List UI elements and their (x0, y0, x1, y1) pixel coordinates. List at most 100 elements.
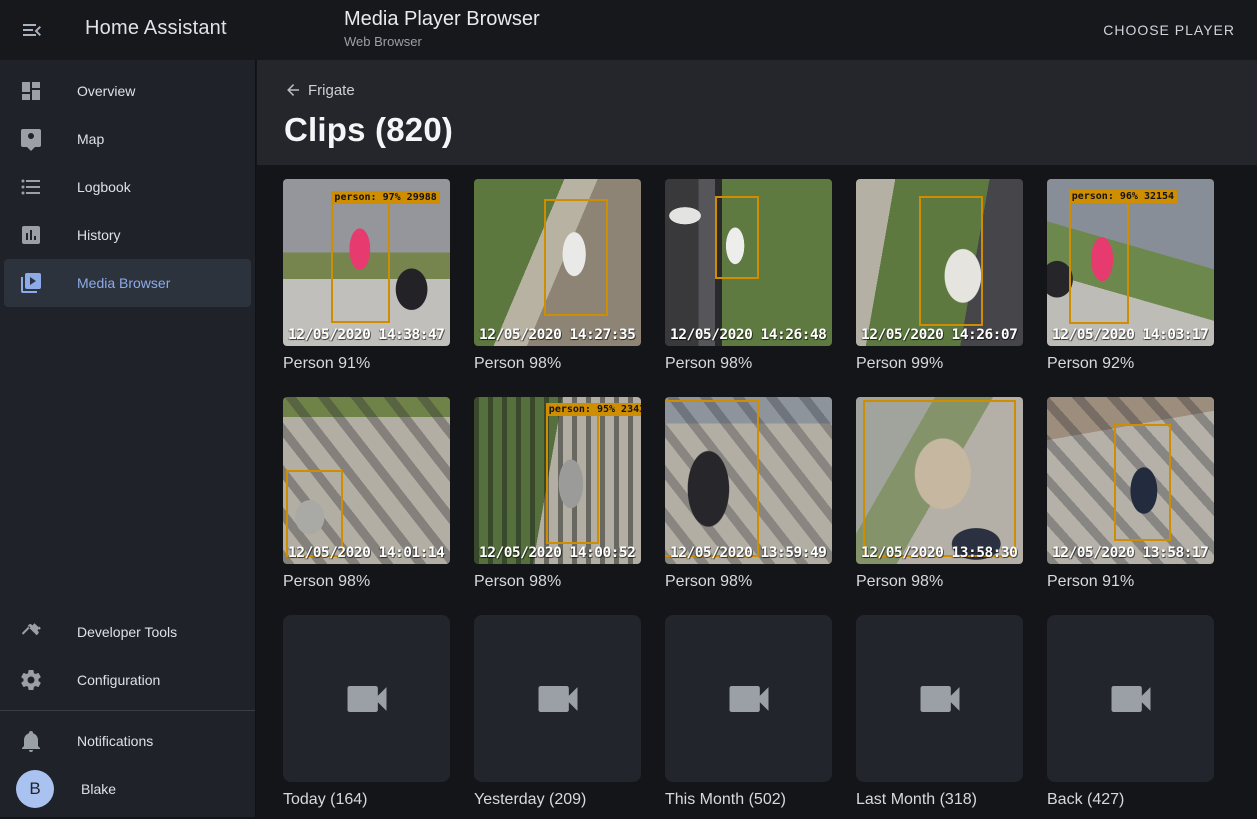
clip-preview-image: person: 95% 23432 12/05/2020 14:00:52 (474, 397, 641, 564)
detection-bbox: person: 96% 32154 (1069, 201, 1129, 325)
folder-item-today[interactable]: Today (164) (283, 615, 450, 819)
view-dashboard-icon (19, 79, 43, 103)
clips-grid: person: 97% 29988 12/05/2020 14:38:47 Pe… (257, 165, 1257, 819)
menu-open-icon (20, 18, 44, 42)
sidebar-item-label: Media Browser (77, 275, 170, 291)
clip-preview-image: 12/05/2020 14:01:14 (283, 397, 450, 564)
sidebar-item-developer-tools[interactable]: Developer Tools (4, 608, 251, 656)
page-subtitle: Web Browser (344, 34, 540, 49)
clip-label: Person 91% (283, 355, 450, 373)
clip-label: Person 98% (283, 573, 450, 591)
folder-item-yesterday[interactable]: Yesterday (209) (474, 615, 641, 819)
choose-player-button[interactable]: CHOOSE PLAYER (1095, 0, 1243, 60)
clip-label: Person 98% (665, 573, 832, 591)
clip-timestamp: 12/05/2020 14:27:35 (479, 327, 635, 343)
content-header: Frigate Clips (820) (257, 60, 1257, 165)
folder-item-last-month[interactable]: Last Month (318) (856, 615, 1023, 819)
detection-bbox: person: 97% 29988 (331, 202, 389, 322)
breadcrumb-label: Frigate (308, 82, 355, 99)
folder-card (1047, 615, 1214, 782)
video-camera-icon (914, 673, 966, 725)
detection-bbox (919, 196, 982, 326)
clip-timestamp: 12/05/2020 13:58:30 (861, 545, 1017, 561)
clip-thumbnail[interactable]: person: 95% 23432 12/05/2020 14:00:52 Pe… (474, 397, 641, 601)
clip-timestamp: 12/05/2020 14:26:48 (670, 327, 826, 343)
clip-timestamp: 12/05/2020 14:26:07 (861, 327, 1017, 343)
folder-label: Today (164) (283, 791, 450, 809)
video-camera-icon (341, 673, 393, 725)
sidebar-item-label: Logbook (77, 179, 131, 195)
clip-timestamp: 12/05/2020 14:03:17 (1052, 327, 1208, 343)
media-browser-panel: Frigate Clips (820) person: 97% 29988 12… (257, 60, 1257, 817)
sidebar-item-label: Configuration (77, 672, 160, 688)
clip-thumbnail[interactable]: person: 96% 32154 12/05/2020 14:03:17 Pe… (1047, 179, 1214, 383)
sidebar-item-configuration[interactable]: Configuration (4, 656, 251, 704)
video-camera-icon (1105, 673, 1157, 725)
arrow-left-icon (284, 81, 302, 99)
clip-preview-image: 12/05/2020 14:27:35 (474, 179, 641, 346)
folder-item-back[interactable]: Back (427) (1047, 615, 1214, 819)
clip-thumbnail[interactable]: 12/05/2020 14:26:07 Person 99% (856, 179, 1023, 383)
breadcrumb-back-frigate[interactable]: Frigate (284, 81, 355, 99)
user-name-label: Blake (81, 781, 116, 797)
sidebar-divider (0, 710, 255, 711)
clip-thumbnail[interactable]: 12/05/2020 14:01:14 Person 98% (283, 397, 450, 601)
clip-preview-image: person: 97% 29988 12/05/2020 14:38:47 (283, 179, 450, 346)
top-app-bar: Home Assistant Media Player Browser Web … (0, 0, 1257, 60)
sidebar-item-label: History (77, 227, 121, 243)
clip-timestamp: 12/05/2020 14:38:47 (288, 327, 444, 343)
page-title: Media Player Browser (344, 8, 540, 31)
detection-bbox (1114, 424, 1171, 541)
folder-item-this-month[interactable]: This Month (502) (665, 615, 832, 819)
sidebar-item-notifications[interactable]: Notifications (4, 717, 251, 765)
sidebar: Overview Map Logbook History Media Brows… (0, 60, 256, 817)
clip-thumbnail[interactable]: 12/05/2020 13:58:30 Person 98% (856, 397, 1023, 601)
clip-preview-image: person: 96% 32154 12/05/2020 14:03:17 (1047, 179, 1214, 346)
sidebar-item-label: Overview (77, 83, 135, 99)
sidebar-item-logbook[interactable]: Logbook (4, 163, 251, 211)
clip-label: Person 98% (474, 573, 641, 591)
folder-card (283, 615, 450, 782)
bell-icon (19, 729, 43, 753)
sidebar-item-label: Notifications (77, 733, 153, 749)
detection-bbox-label: person: 97% 29988 (331, 191, 439, 204)
clip-preview-image: 12/05/2020 13:58:30 (856, 397, 1023, 564)
clip-timestamp: 12/05/2020 14:01:14 (288, 545, 444, 561)
sidebar-item-history[interactable]: History (4, 211, 251, 259)
clip-timestamp: 12/05/2020 14:00:52 (479, 545, 635, 561)
clip-thumbnail[interactable]: 12/05/2020 14:26:48 Person 98% (665, 179, 832, 383)
clip-label: Person 98% (474, 355, 641, 373)
sidebar-toggle-button[interactable] (18, 16, 46, 44)
folder-card (856, 615, 1023, 782)
clip-label: Person 91% (1047, 573, 1214, 591)
account-location-icon (19, 127, 43, 151)
page-heading: Clips (820) (284, 111, 1230, 149)
detection-bbox (863, 400, 1017, 557)
clip-thumbnail[interactable]: 12/05/2020 13:59:49 Person 98% (665, 397, 832, 601)
clip-thumbnail[interactable]: 12/05/2020 13:58:17 Person 91% (1047, 397, 1214, 601)
clip-label: Person 98% (665, 355, 832, 373)
sidebar-item-media-browser[interactable]: Media Browser (4, 259, 251, 307)
detection-bbox (665, 400, 759, 557)
clip-preview-image: 12/05/2020 14:26:07 (856, 179, 1023, 346)
sidebar-item-user-profile[interactable]: B Blake (4, 765, 251, 813)
app-title: Home Assistant (85, 17, 227, 40)
sidebar-item-overview[interactable]: Overview (4, 67, 251, 115)
gear-icon (19, 668, 43, 692)
detection-bbox-label: person: 95% 23432 (546, 403, 641, 416)
clip-thumbnail[interactable]: 12/05/2020 14:27:35 Person 98% (474, 179, 641, 383)
clip-label: Person 92% (1047, 355, 1214, 373)
clip-preview-image: 12/05/2020 13:59:49 (665, 397, 832, 564)
play-box-multiple-icon (19, 271, 43, 295)
clip-timestamp: 12/05/2020 13:58:17 (1052, 545, 1208, 561)
folder-card (474, 615, 641, 782)
clip-label: Person 98% (856, 573, 1023, 591)
folder-label: Yesterday (209) (474, 791, 641, 809)
folder-label: This Month (502) (665, 791, 832, 809)
hammer-icon (19, 620, 43, 644)
sidebar-item-label: Map (77, 131, 104, 147)
clip-timestamp: 12/05/2020 13:59:49 (670, 545, 826, 561)
clip-thumbnail[interactable]: person: 97% 29988 12/05/2020 14:38:47 Pe… (283, 179, 450, 383)
sidebar-item-map[interactable]: Map (4, 115, 251, 163)
clip-label: Person 99% (856, 355, 1023, 373)
